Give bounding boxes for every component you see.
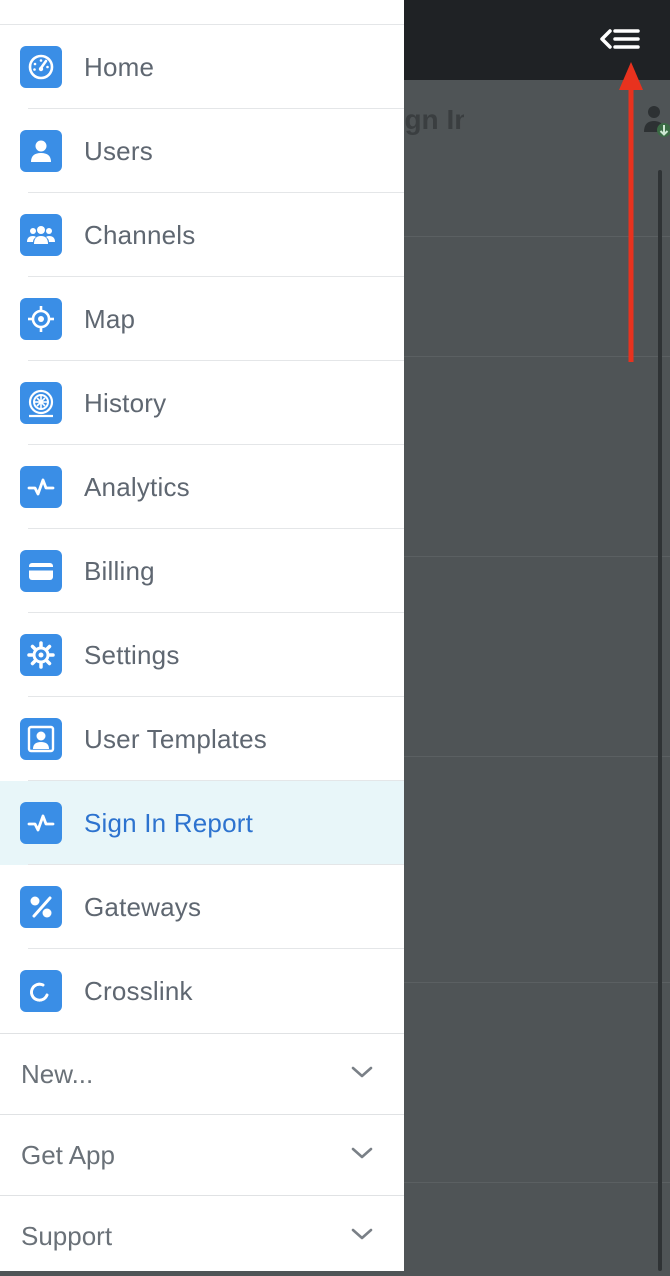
nav-item-label: Map [84, 304, 136, 334]
chevron-down-icon [351, 1147, 373, 1159]
nav-item-label: Channels [84, 220, 196, 250]
nav-item-label: User Templates [84, 724, 267, 754]
nav-item-user-templates[interactable]: User Templates [0, 697, 404, 781]
section-support[interactable]: Support [0, 1195, 404, 1276]
nav-item-billing[interactable]: Billing [0, 529, 404, 613]
chevron-down-icon [351, 1228, 373, 1240]
user-icon [20, 130, 62, 172]
history-icon [20, 382, 62, 424]
section-get-app[interactable]: Get App [0, 1114, 404, 1195]
nav-item-gateways[interactable]: Gateways [0, 865, 404, 949]
nav-item-label: Billing [84, 556, 155, 586]
nav-item-label: Crosslink [84, 976, 193, 1006]
crosslink-icon [20, 970, 62, 1012]
nav-item-label: Users [84, 136, 153, 166]
nav-item-history[interactable]: History [0, 361, 404, 445]
user-download-icon[interactable] [644, 104, 670, 138]
pulse-icon [20, 802, 62, 844]
background-divider [404, 982, 670, 983]
user-template-icon [20, 718, 62, 760]
nav-item-home[interactable]: Home [0, 25, 404, 109]
background-scrollbar [658, 170, 662, 1271]
navigation-drawer: Home Users Channels Map History Analytic… [0, 0, 404, 1271]
nav-item-label: Sign In Report [84, 808, 254, 838]
nav-item-crosslink[interactable]: Crosslink [0, 949, 404, 1033]
nav-item-sign-in-report[interactable]: Sign In Report [0, 781, 404, 865]
crosshair-icon [20, 298, 62, 340]
section-label: New... [21, 1059, 94, 1089]
group-icon [20, 214, 62, 256]
nav-item-label: Settings [84, 640, 180, 670]
nav-item-analytics[interactable]: Analytics [0, 445, 404, 529]
background-page-title: Sign In Report [404, 104, 464, 135]
pulse-icon [20, 466, 62, 508]
annotation-arrow [619, 62, 643, 362]
nav-item-label: Gateways [84, 892, 202, 922]
background-divider [404, 1182, 670, 1183]
nav-item-label: Analytics [84, 472, 190, 502]
background-divider [404, 756, 670, 757]
section-new[interactable]: New... [0, 1033, 404, 1114]
menu-collapse-icon[interactable] [596, 22, 644, 58]
background-divider [404, 556, 670, 557]
nav-item-label: History [84, 388, 167, 418]
nav-item-channels[interactable]: Channels [0, 193, 404, 277]
credit-card-icon [20, 550, 62, 592]
section-label: Get App [21, 1140, 115, 1170]
nav-item-settings[interactable]: Settings [0, 613, 404, 697]
section-label: Support [21, 1221, 113, 1251]
dashboard-icon [20, 46, 62, 88]
nav-item-map[interactable]: Map [0, 277, 404, 361]
chevron-down-icon [351, 1066, 373, 1078]
gear-icon [20, 634, 62, 676]
gateway-icon [20, 886, 62, 928]
nav-item-label: Home [84, 52, 155, 82]
nav-item-users[interactable]: Users [0, 109, 404, 193]
